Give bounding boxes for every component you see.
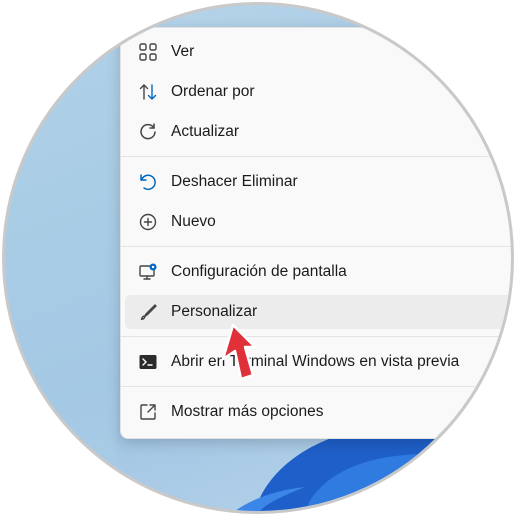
menu-item-ordenar-por[interactable]: Ordenar por (125, 75, 511, 109)
terminal-icon (137, 351, 159, 373)
menu-item-label: Personalizar (171, 303, 258, 320)
refresh-icon (137, 121, 159, 143)
menu-separator (121, 246, 511, 247)
menu-item-label: Abrir en Terminal Windows en vista previ… (171, 353, 460, 370)
menu-item-label: Deshacer Eliminar (171, 173, 298, 190)
menu-item-actualizar[interactable]: Actualizar (125, 115, 511, 149)
plus-circle-icon (137, 211, 159, 233)
menu-item-abrir-en-terminal[interactable]: Abrir en Terminal Windows en vista previ… (125, 345, 511, 379)
menu-item-label: Nuevo (171, 213, 216, 230)
sort-arrows-icon (137, 81, 159, 103)
menu-separator (121, 336, 511, 337)
menu-item-deshacer-eliminar[interactable]: Deshacer Eliminar (125, 165, 511, 199)
undo-icon (137, 171, 159, 193)
menu-separator (121, 386, 511, 387)
menu-item-label: Configuración de pantalla (171, 263, 347, 280)
brush-icon (137, 301, 159, 323)
menu-separator (121, 156, 511, 157)
pointer-arrow-icon (221, 323, 257, 381)
screenshot-circle-frame: Ver Ordenar por Actualizar Deshacer Elim… (2, 2, 514, 514)
menu-item-label: Actualizar (171, 123, 240, 140)
menu-item-nuevo[interactable]: Nuevo (125, 205, 511, 239)
display-settings-icon (137, 261, 159, 283)
grid-view-icon (137, 41, 159, 63)
menu-item-mostrar-mas-opciones[interactable]: Mostrar más opciones (125, 395, 511, 429)
menu-item-ver[interactable]: Ver (125, 35, 511, 69)
menu-item-personalizar[interactable]: Personalizar (125, 295, 511, 329)
menu-item-label: Ordenar por (171, 83, 255, 100)
more-options-icon (137, 401, 159, 423)
menu-item-label: Mostrar más opciones (171, 403, 324, 420)
menu-item-label: Ver (171, 43, 195, 60)
menu-item-configuracion-de-pantalla[interactable]: Configuración de pantalla (125, 255, 511, 289)
desktop-context-menu: Ver Ordenar por Actualizar Deshacer Elim… (120, 27, 511, 439)
